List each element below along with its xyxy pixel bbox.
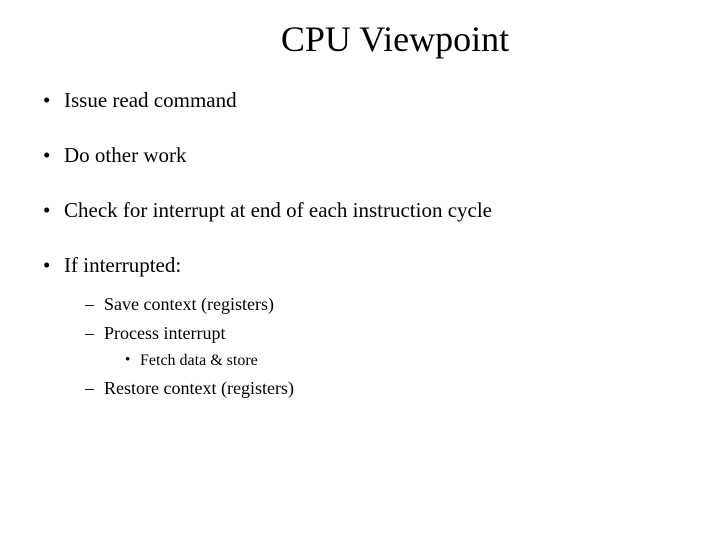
list-item: Save context (registers) <box>82 294 690 315</box>
list-item: Process interrupt Fetch data & store <box>82 323 690 370</box>
list-item: Do other work <box>40 143 690 168</box>
subsub-bullet-list: Fetch data & store <box>104 352 690 370</box>
sub-bullet-list: Save context (registers) Process interru… <box>64 294 690 399</box>
list-item: Issue read command <box>40 88 690 113</box>
bullet-text: Do other work <box>64 143 186 167</box>
list-item: Restore context (registers) <box>82 378 690 399</box>
bullet-text: Check for interrupt at end of each instr… <box>64 198 492 222</box>
subsub-bullet-text: Fetch data & store <box>140 352 258 369</box>
sub-bullet-text: Restore context (registers) <box>104 378 294 398</box>
list-item: Check for interrupt at end of each instr… <box>40 198 690 223</box>
list-item: Fetch data & store <box>122 352 690 370</box>
bullet-text: If interrupted: <box>64 253 181 277</box>
slide-title: CPU Viewpoint <box>100 18 690 60</box>
bullet-text: Issue read command <box>64 88 237 112</box>
bullet-list: Issue read command Do other work Check f… <box>30 88 690 399</box>
sub-bullet-text: Process interrupt <box>104 323 225 343</box>
sub-bullet-text: Save context (registers) <box>104 294 274 314</box>
list-item: If interrupted: Save context (registers)… <box>40 253 690 399</box>
